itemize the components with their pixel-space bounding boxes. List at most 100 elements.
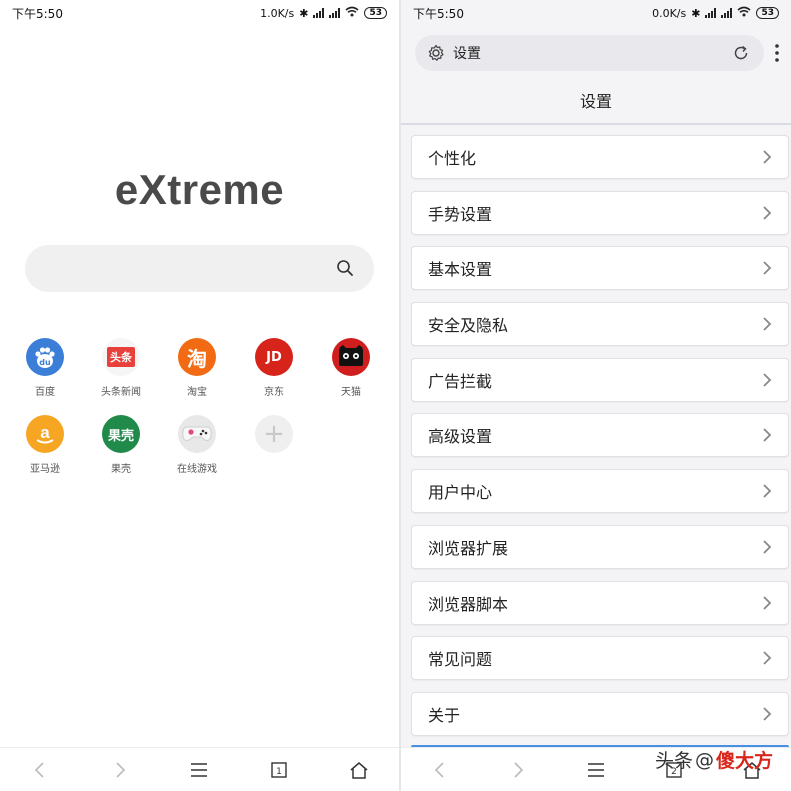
chevron-right-icon bbox=[763, 206, 772, 220]
shortcut-label: 果壳 bbox=[111, 464, 131, 475]
add-icon: + bbox=[255, 415, 293, 453]
gamepad-icon bbox=[178, 415, 216, 453]
guokr-icon: 果壳 bbox=[102, 415, 140, 453]
bluetooth-icon: ✱ bbox=[299, 6, 309, 20]
svg-text:a: a bbox=[40, 423, 50, 442]
shortcut-label: 亚马逊 bbox=[30, 464, 60, 475]
forward-button[interactable] bbox=[108, 758, 132, 782]
settings-screen: 下午5:50 0.0K/s ✱ 53 设置 设置 个性化手势设置基本设置安全及隐… bbox=[401, 0, 791, 791]
settings-item[interactable]: 安全及隐私 bbox=[411, 302, 789, 347]
shortcut-tmall[interactable]: 天猫 bbox=[313, 338, 389, 398]
settings-item-label: 安全及隐私 bbox=[428, 316, 509, 336]
shortcut-taobao[interactable]: 淘淘宝 bbox=[159, 338, 235, 398]
shortcut-guokr[interactable]: 果壳 果壳 bbox=[83, 415, 159, 475]
settings-item-label: 浏览器扩展 bbox=[428, 538, 509, 558]
jd-icon: JD bbox=[255, 338, 293, 376]
status-time: 下午5:50 bbox=[12, 6, 63, 21]
settings-item[interactable]: 基本设置 bbox=[411, 246, 789, 291]
back-button[interactable] bbox=[28, 758, 52, 782]
settings-item-label: 手势设置 bbox=[428, 204, 493, 224]
add-shortcut-button[interactable]: + bbox=[236, 415, 312, 453]
search-input[interactable] bbox=[25, 245, 374, 292]
status-indicators: 1.0K/s ✱ 53 bbox=[260, 6, 387, 20]
status-bar: 下午5:50 1.0K/s ✱ 53 bbox=[0, 0, 399, 26]
signal-icon bbox=[705, 8, 717, 18]
settings-item[interactable]: 高级设置 bbox=[411, 413, 789, 458]
shortcut-jd[interactable]: JD 京东 bbox=[236, 338, 312, 398]
signal-icon bbox=[721, 8, 733, 18]
settings-item-label: 常见问题 bbox=[428, 650, 493, 670]
shortcut-label: 头条新闻 bbox=[101, 387, 141, 398]
taobao-icon: 淘 bbox=[178, 338, 216, 376]
chevron-right-icon bbox=[763, 707, 772, 721]
chevron-right-icon bbox=[763, 261, 772, 276]
forward-button[interactable] bbox=[506, 758, 530, 782]
more-options-icon[interactable] bbox=[773, 42, 781, 64]
chevron-right-icon bbox=[763, 428, 772, 443]
shortcut-toutiao[interactable]: 头条 头条新闻 bbox=[83, 338, 159, 398]
watermark: 头条 @ 傻大方 bbox=[654, 748, 773, 773]
title-divider bbox=[401, 123, 791, 125]
home-button[interactable] bbox=[347, 758, 371, 782]
settings-item[interactable]: 手势设置 bbox=[411, 190, 789, 235]
bluetooth-icon: ✱ bbox=[691, 6, 701, 20]
bottom-navigation: 1 bbox=[0, 747, 399, 791]
app-logo: eXtreme bbox=[114, 166, 285, 213]
status-indicators: 0.0K/s ✱ 53 bbox=[652, 6, 779, 20]
settings-item-label: 用户中心 bbox=[428, 483, 493, 503]
battery-indicator: 53 bbox=[756, 7, 779, 19]
shortcut-label: 百度 bbox=[35, 387, 55, 398]
shortcut-gamepad[interactable]: 在线游戏 bbox=[159, 415, 235, 475]
chevron-right-icon bbox=[763, 373, 772, 387]
tab-count: 1 bbox=[276, 767, 282, 777]
wifi-icon bbox=[345, 6, 359, 20]
settings-item[interactable]: 广告拦截 bbox=[411, 357, 789, 402]
shortcut-label: 在线游戏 bbox=[177, 464, 217, 475]
settings-item[interactable]: 个性化 bbox=[411, 135, 789, 179]
settings-list: 个性化手势设置基本设置安全及隐私广告拦截高级设置用户中心浏览器扩展浏览器脚本常见… bbox=[411, 135, 789, 748]
settings-item-label: 个性化 bbox=[428, 149, 477, 168]
settings-item[interactable]: 用户中心 bbox=[411, 469, 789, 514]
settings-item-label: 浏览器脚本 bbox=[428, 594, 509, 614]
menu-button[interactable] bbox=[187, 758, 211, 782]
settings-item-label: 关于 bbox=[428, 705, 461, 725]
tmall-icon bbox=[332, 338, 370, 376]
settings-item[interactable]: 浏览器脚本 bbox=[411, 580, 789, 625]
network-speed: 1.0K/s bbox=[260, 6, 295, 20]
settings-item-label: 基本设置 bbox=[428, 260, 493, 280]
menu-button[interactable] bbox=[584, 758, 608, 782]
settings-item-label: 高级设置 bbox=[428, 427, 493, 447]
browser-home-screen: 下午5:50 1.0K/s ✱ 53 eXtreme du 百度 头条 头条新闻淘淘宝… bbox=[0, 0, 399, 791]
shortcut-label: 天猫 bbox=[341, 387, 361, 398]
reload-icon[interactable] bbox=[732, 44, 750, 62]
wifi-icon bbox=[737, 6, 751, 20]
search-icon[interactable] bbox=[336, 259, 354, 277]
battery-indicator: 53 bbox=[364, 7, 387, 19]
shortcut-baidu[interactable]: du 百度 bbox=[7, 338, 83, 398]
back-button[interactable] bbox=[428, 758, 452, 782]
settings-item[interactable]: 关于 bbox=[411, 691, 789, 736]
settings-item[interactable]: 常见问题 bbox=[411, 636, 789, 681]
chevron-right-icon bbox=[763, 540, 772, 554]
status-time: 下午5:50 bbox=[413, 6, 464, 21]
toutiao-icon: 头条 bbox=[102, 338, 140, 376]
shortcut-label: 淘宝 bbox=[187, 387, 207, 398]
shortcut-amazon[interactable]: a 亚马逊 bbox=[7, 415, 83, 475]
chevron-right-icon bbox=[763, 651, 772, 665]
network-speed: 0.0K/s bbox=[652, 6, 687, 20]
settings-item-label: 广告拦截 bbox=[428, 371, 493, 391]
amazon-icon: a bbox=[26, 415, 64, 453]
status-bar: 下午5:50 0.0K/s ✱ 53 bbox=[401, 0, 791, 26]
address-bar[interactable]: 设置 bbox=[415, 35, 764, 71]
gear-icon bbox=[428, 44, 444, 61]
tabs-button[interactable]: 1 bbox=[267, 758, 291, 782]
chevron-right-icon bbox=[763, 484, 772, 498]
baidu-icon: du bbox=[26, 338, 64, 376]
address-text: 设置 bbox=[453, 46, 481, 62]
chevron-right-icon bbox=[763, 150, 772, 164]
page-title: 设置 bbox=[579, 92, 612, 111]
svg-text:du: du bbox=[39, 358, 51, 367]
chevron-right-icon bbox=[763, 595, 772, 610]
signal-icon bbox=[329, 8, 341, 18]
settings-item[interactable]: 浏览器扩展 bbox=[411, 524, 789, 569]
